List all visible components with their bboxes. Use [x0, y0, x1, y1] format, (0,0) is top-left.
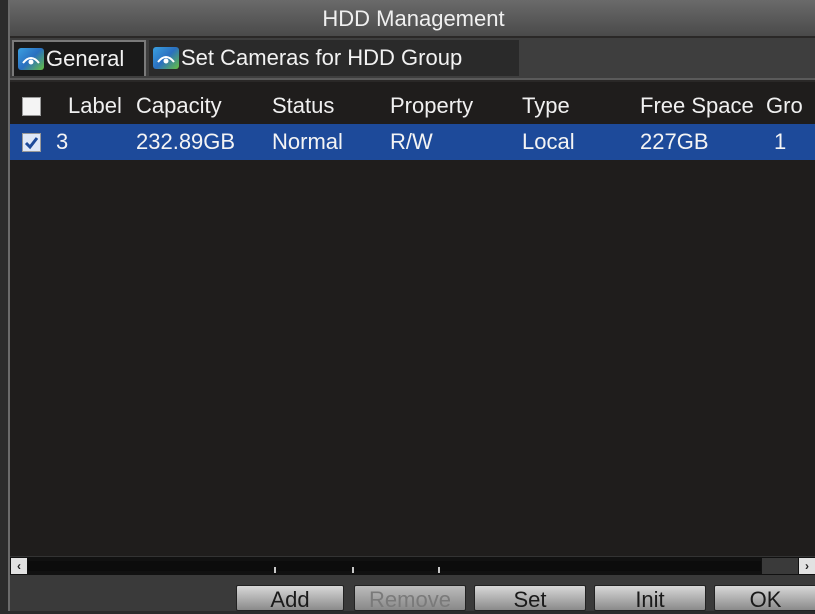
network-icon	[153, 47, 179, 69]
ok-button[interactable]: OK	[714, 585, 815, 612]
column-header-status: Status	[272, 93, 335, 118]
table-header: Label Capacity Status Property Type Free…	[10, 88, 815, 124]
scroll-left-arrow-icon[interactable]: ‹	[11, 558, 27, 574]
tab-general[interactable]: General	[12, 40, 146, 76]
hdd-management-window: HDD Management General Set Cameras for H…	[8, 0, 815, 612]
cell-property: R/W	[390, 129, 433, 154]
column-header-type: Type	[522, 93, 570, 118]
tab-general-label: General	[46, 46, 125, 71]
button-bar: Add Remove Set Init OK	[10, 575, 815, 612]
scrollbar-track[interactable]	[28, 561, 761, 573]
column-header-group: Gro	[766, 93, 803, 118]
horizontal-scrollbar[interactable]: ‹ ›	[10, 556, 815, 575]
scroll-tick	[438, 567, 440, 573]
network-icon	[18, 48, 44, 70]
set-button[interactable]: Set	[474, 585, 586, 612]
scrollbar-thumb[interactable]	[762, 558, 798, 574]
select-all-checkbox[interactable]	[22, 97, 41, 116]
row-checkbox[interactable]	[22, 133, 41, 152]
column-header-capacity: Capacity	[136, 93, 222, 118]
init-button[interactable]: Init	[594, 585, 706, 612]
tab-set-cameras-label: Set Cameras for HDD Group	[181, 45, 463, 70]
remove-button[interactable]: Remove	[354, 585, 466, 612]
table-row[interactable]: 3 232.89GB Normal R/W Local 227GB 1	[10, 124, 815, 160]
scroll-tick	[274, 567, 276, 573]
cell-group: 1	[774, 129, 787, 154]
tab-bar: General Set Cameras for HDD Group	[10, 38, 815, 80]
scroll-right-arrow-icon[interactable]: ›	[799, 558, 815, 574]
cell-type: Local	[522, 129, 575, 154]
tab-set-cameras[interactable]: Set Cameras for HDD Group	[149, 40, 519, 76]
cell-status: Normal	[272, 129, 343, 154]
checkmark-icon	[24, 137, 39, 150]
scroll-tick	[352, 567, 354, 573]
column-header-free-space: Free Space	[640, 93, 754, 118]
cell-free-space: 227GB	[640, 129, 709, 154]
column-header-property: Property	[390, 93, 474, 118]
hdd-table: Label Capacity Status Property Type Free…	[10, 82, 815, 556]
column-header-label: Label	[68, 93, 122, 118]
window-title: HDD Management	[10, 0, 815, 36]
cell-label: 3	[56, 129, 69, 154]
add-button[interactable]: Add	[236, 585, 344, 612]
cell-capacity: 232.89GB	[136, 129, 236, 154]
